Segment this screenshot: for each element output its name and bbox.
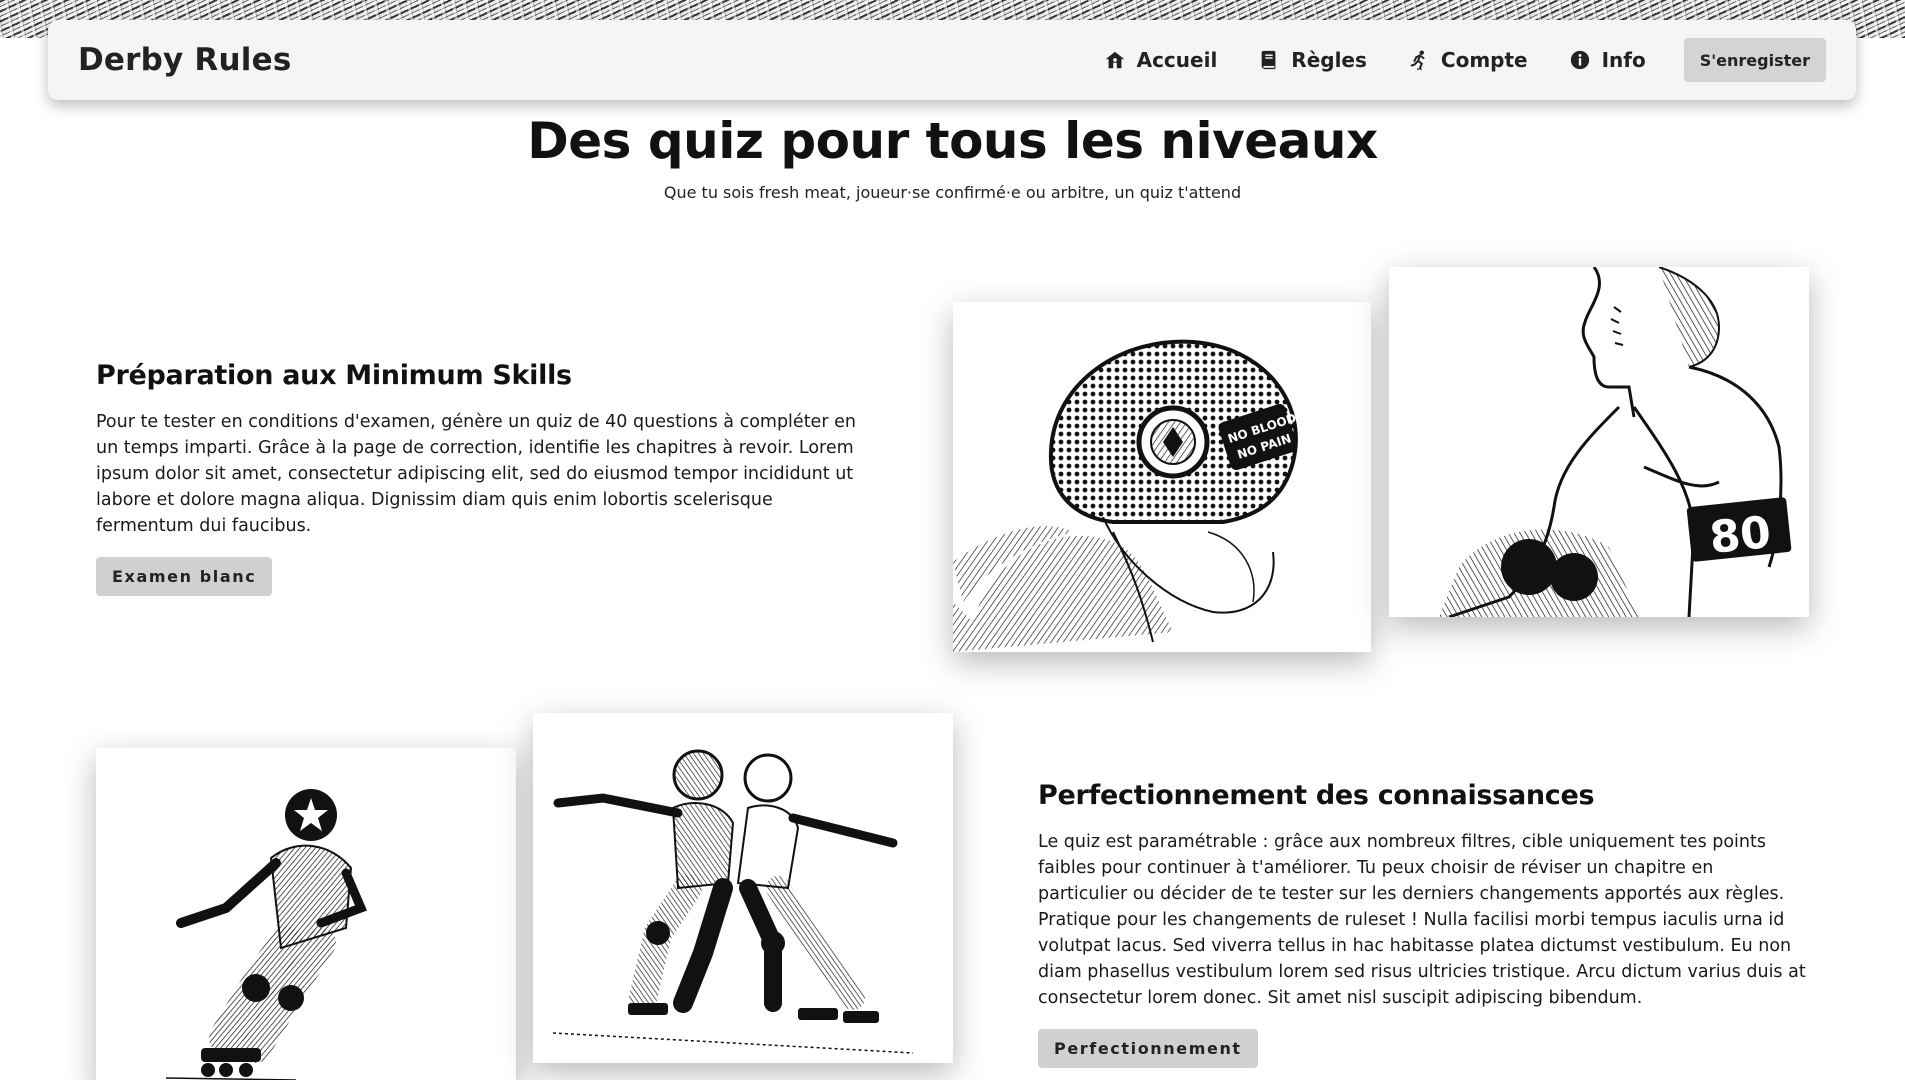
helmet-illustration: NO BLOOD NO PAIN	[953, 302, 1371, 652]
skater-profile-illustration: 80	[1389, 267, 1809, 617]
brand-logo[interactable]: Derby Rules	[78, 42, 291, 78]
examen-blanc-button[interactable]: Examen blanc	[96, 557, 273, 596]
nav-link-label: Compte	[1440, 48, 1528, 72]
nav-link-label: Accueil	[1136, 48, 1218, 72]
register-button[interactable]: S'enregister	[1683, 38, 1826, 82]
section-title: Perfectionnement des connaissances	[1038, 780, 1595, 811]
nav-link-label: Info	[1601, 48, 1646, 72]
armband-number: 80	[1707, 507, 1773, 564]
section-perfectionnement: Perfectionnement des connaissances Le qu…	[1038, 780, 1808, 1068]
section-description: Le quiz est paramétrable : grâce aux nom…	[1038, 832, 1806, 1008]
section-title: Préparation aux Minimum Skills	[96, 360, 572, 391]
page-subtitle: Que tu sois fresh meat, joueur·se confir…	[663, 183, 1242, 202]
nav-link-label: Règles	[1291, 48, 1367, 72]
skater-icon	[1407, 48, 1431, 72]
nav-link-accueil[interactable]: Accueil	[1103, 48, 1218, 72]
info-icon	[1568, 48, 1592, 72]
jammer-illustration	[96, 748, 516, 1080]
page-title: Des quiz pour tous les niveaux	[527, 112, 1378, 170]
nav-link-compte[interactable]: Compte	[1407, 48, 1528, 72]
perfectionnement-button[interactable]: Perfectionnement	[1038, 1029, 1258, 1068]
nav-link-regles[interactable]: Règles	[1257, 48, 1367, 72]
nav-links: Accueil Règles Compte Info S'enregister	[1063, 38, 1826, 82]
navbar: Derby Rules Accueil Règles Compte Info S…	[48, 20, 1856, 100]
section-description: Pour te tester en conditions d'examen, g…	[96, 412, 856, 536]
blockers-illustration	[533, 713, 953, 1063]
section-minimum-skills: Préparation aux Minimum Skills Pour te t…	[96, 360, 866, 596]
home-icon	[1103, 48, 1127, 72]
nav-link-info[interactable]: Info	[1568, 48, 1646, 72]
book-icon	[1257, 48, 1281, 72]
